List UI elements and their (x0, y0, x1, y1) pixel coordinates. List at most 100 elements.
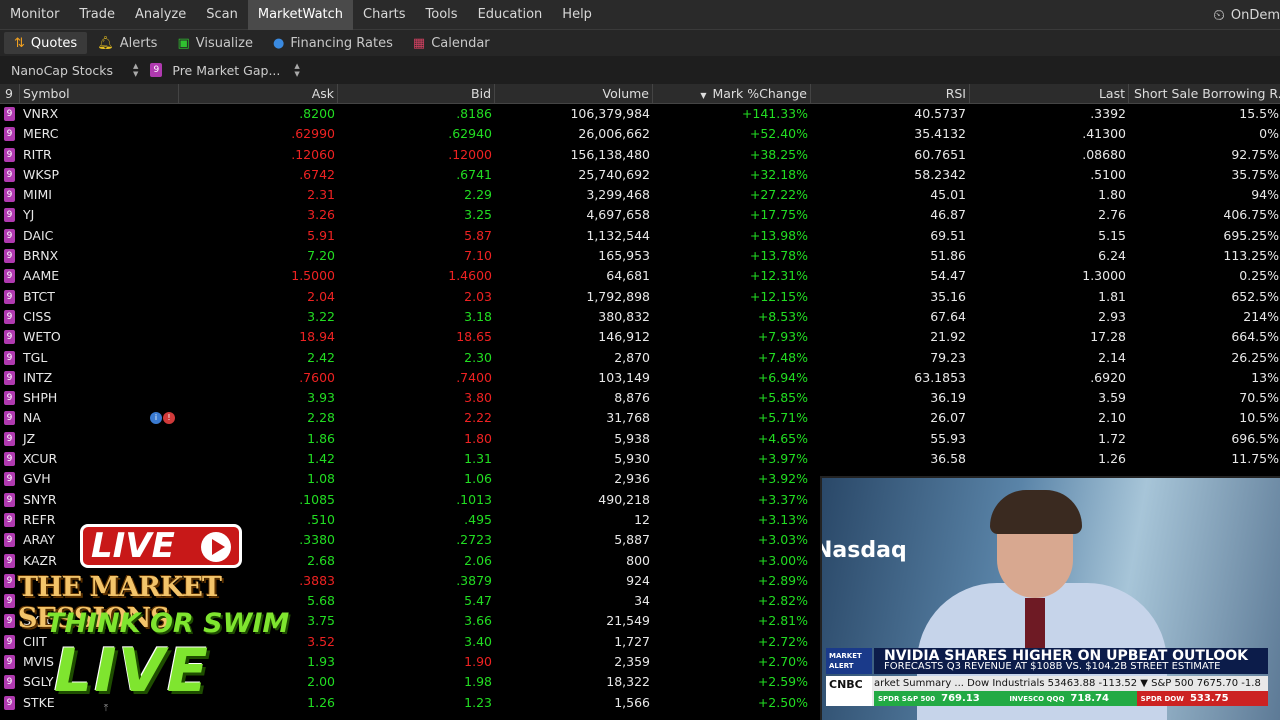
link-tag[interactable]: 9 (150, 63, 163, 77)
table-row[interactable]: 9 YJ 3.26 3.25 4,697,658 +17.75% 46.87 2.76 406.… (0, 205, 1280, 225)
table-row[interactable]: 9 BRNX 7.20 7.10 165,953 +13.78% 51.86 6.24 113.… (0, 246, 1280, 266)
table-row[interactable]: 9 SHPH 3.93 3.80 8,876 +5.85% 36.19 3.59 70.5% (0, 388, 1280, 408)
symbol-cell[interactable]: VNRX (23, 104, 58, 124)
symbol-cell[interactable]: WETO (23, 327, 61, 347)
table-row[interactable]: 9 TGL 2.42 2.30 2,870 +7.48% 79.23 2.14 26.25% (0, 348, 1280, 368)
table-row[interactable]: 9 WKSP .6742 .6741 25,740,692 +32.18% 58.2342.… (0, 165, 1280, 185)
link-tag[interactable]: 9 (4, 147, 15, 162)
scan-selector[interactable]: Pre Market Gap... ▲ ▼ (162, 62, 299, 78)
watchlist-selector[interactable]: NanoCap Stocks ▲ ▼ 9 (0, 62, 163, 78)
symbol-cell[interactable]: INTZ (23, 368, 52, 388)
table-row[interactable]: 9 MIMI 2.31 2.29 3,299,468 +27.22% 45.01 1.80 94… (0, 185, 1280, 205)
symbol-cell[interactable]: SNYR (23, 490, 57, 510)
symbol-cell[interactable]: MERC (23, 124, 58, 144)
col-symbol[interactable]: Symbol (20, 84, 179, 104)
tab-alerts[interactable]: 🔔︎ Alerts (87, 32, 167, 54)
table-row[interactable]: 9 JZ 1.86 1.80 5,938 +4.65% 55.93 1.72 696.5% (0, 429, 1280, 449)
link-tag[interactable]: 9 (4, 452, 15, 467)
table-row[interactable]: 9 BTCT 2.04 2.03 1,792,898 +12.15% 35.16 1.81 65… (0, 287, 1280, 307)
table-row[interactable]: 9 AAME 1.5000 1.4600 64,681 +12.31% 54.47 1.300… (0, 266, 1280, 286)
table-row[interactable]: 9 NA i! 2.28 2.22 31,768 +5.71% 26.07 2.10 10.5% (0, 408, 1280, 428)
link-tag[interactable]: 9 (4, 107, 15, 121)
symbol-cell[interactable]: AAME (23, 266, 59, 286)
symbol-cell[interactable]: YJ (23, 205, 34, 225)
menu-analyze[interactable]: Analyze (125, 0, 196, 30)
tab-calendar[interactable]: ▦ Calendar (403, 32, 500, 54)
table-row[interactable]: 9 CISS 3.22 3.18 380,832 +8.53% 67.64 2.93 214% (0, 307, 1280, 327)
link-tag[interactable]: 9 (4, 431, 15, 446)
symbol-cell[interactable]: XCUR (23, 449, 57, 469)
table-row[interactable]: 9 DAIC 5.91 5.87 1,132,544 +13.98% 69.51 5.15 69… (0, 226, 1280, 246)
link-tag[interactable]: 9 (4, 370, 15, 385)
link-tag[interactable]: 9 (4, 391, 15, 406)
link-tag[interactable]: 9 (4, 269, 15, 284)
link-tag[interactable]: 9 (4, 573, 15, 588)
table-row[interactable]: 9 XCUR 1.42 1.31 5,930 +3.97% 36.58 1.26 11.75% (0, 449, 1280, 469)
link-tag[interactable]: 9 (4, 289, 15, 304)
up-down-arrows-icon[interactable]: ▲ ▼ (294, 62, 299, 78)
link-tag[interactable]: 9 (4, 512, 15, 527)
menu-tools[interactable]: Tools (416, 0, 468, 30)
symbol-cell[interactable]: BTCT (23, 287, 55, 307)
menu-monitor[interactable]: Monitor (0, 0, 69, 30)
symbol-cell[interactable]: SHPH (23, 388, 57, 408)
menu-scan[interactable]: Scan (196, 0, 248, 30)
link-tag[interactable]: 9 (4, 492, 15, 507)
link-tag[interactable]: 9 (4, 553, 15, 568)
link-tag[interactable]: 9 (4, 533, 15, 548)
symbol-cell[interactable]: RITR (23, 145, 52, 165)
symbol-cell[interactable]: TGL (23, 348, 47, 368)
col-mark-change[interactable]: ▼ Mark %Change (653, 84, 811, 104)
symbol-cell[interactable]: WKSP (23, 165, 59, 185)
col-short-sale[interactable]: Short Sale Borrowing R... (1129, 84, 1280, 104)
link-tag[interactable]: 9 (4, 127, 15, 142)
link-tag[interactable]: 9 (4, 249, 15, 264)
symbol-cell[interactable]: CISS (23, 307, 51, 327)
link-tag[interactable]: 9 (4, 208, 15, 223)
table-row[interactable]: 9 RITR .12060 .12000 156,138,480 +38.25% 60.76… (0, 145, 1280, 165)
scroll-to-top-icon[interactable]: ⤒ (96, 703, 116, 717)
link-tag[interactable]: 9 (4, 634, 15, 649)
table-row[interactable]: 9 VNRX .8200 .8186 106,379,984 +141.33% 40.573… (0, 104, 1280, 124)
link-tag[interactable]: 9 (4, 472, 15, 487)
symbol-cell[interactable]: GVH (23, 469, 51, 489)
symbol-cell[interactable]: MIMI (23, 185, 52, 205)
tab-visualize[interactable]: ▣ Visualize (167, 32, 263, 54)
link-tag[interactable]: 9 (4, 675, 15, 690)
col-rsi[interactable]: RSI (811, 84, 970, 104)
link-tag[interactable]: 9 (4, 655, 15, 670)
up-down-arrows-icon[interactable]: ▲ ▼ (133, 62, 138, 78)
info-badge-icon[interactable]: i (150, 412, 162, 425)
menu-education[interactable]: Education (468, 0, 553, 30)
symbol-cell[interactable]: DAIC (23, 226, 53, 246)
tab-financing-rates[interactable]: ● Financing Rates (263, 32, 403, 54)
table-row[interactable]: 9 WETO 18.94 18.65 146,912 +7.93% 21.92 17.28 66… (0, 327, 1280, 347)
menu-charts[interactable]: Charts (353, 0, 416, 30)
link-tag[interactable]: 9 (4, 330, 15, 345)
symbol-cell[interactable]: JZ (23, 429, 35, 449)
link-tag[interactable]: 9 (4, 309, 15, 324)
ondemand-button[interactable]: ⏲ OnDem (1213, 0, 1280, 30)
menu-help[interactable]: Help (552, 0, 602, 30)
link-tag[interactable]: 9 (4, 228, 15, 243)
link-tag[interactable]: 9 (4, 188, 15, 203)
symbol-cell[interactable]: BRNX (23, 246, 58, 266)
menu-marketwatch[interactable]: MarketWatch (247, 0, 354, 30)
col-volume[interactable]: Volume (495, 84, 653, 104)
tab-quotes[interactable]: ⇅ Quotes (4, 32, 88, 54)
link-tag[interactable]: 9 (4, 411, 15, 426)
table-row[interactable]: 9 MERC .62990 .62940 26,006,662 +52.40% 35.413… (0, 124, 1280, 144)
col-bid[interactable]: Bid (338, 84, 495, 104)
menu-trade[interactable]: Trade (69, 0, 125, 30)
col-ask[interactable]: Ask (179, 84, 338, 104)
link-tag[interactable]: 9 (4, 614, 15, 629)
alert-badge-icon[interactable]: ! (163, 412, 175, 425)
link-tag[interactable]: 9 (4, 695, 15, 710)
link-tag[interactable]: 9 (4, 167, 15, 182)
link-tag[interactable]: 9 (4, 350, 15, 365)
event-badges[interactable]: i! (150, 412, 175, 425)
table-row[interactable]: 9 INTZ .7600 .7400 103,149 +6.94% 63.1853 .6920… (0, 368, 1280, 388)
col-last[interactable]: Last (970, 84, 1129, 104)
link-tag[interactable]: 9 (4, 594, 15, 609)
symbol-cell[interactable]: NA (23, 408, 41, 428)
